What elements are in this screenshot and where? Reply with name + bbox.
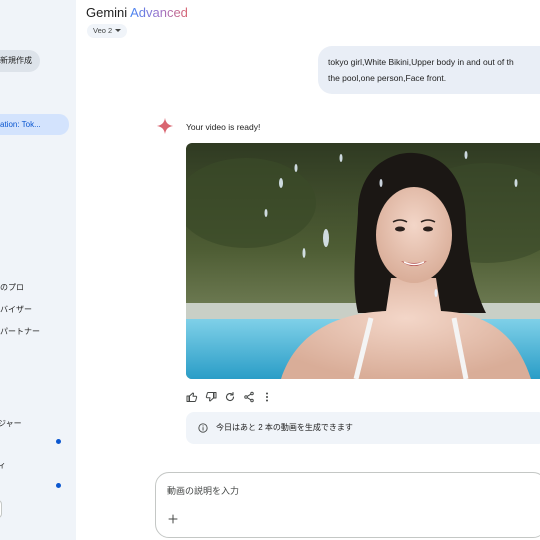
sidebar-item-gem-3[interactable]: パートナー (0, 326, 40, 337)
thumbs-up-icon[interactable] (186, 391, 198, 403)
app-tier: Advanced (130, 5, 188, 20)
app-title: Gemini Advanced (86, 5, 188, 21)
info-icon (198, 423, 208, 433)
prompt-input-container (155, 472, 540, 538)
share-icon[interactable] (243, 391, 255, 403)
sidebar: 新規作成 ation: Tok... のプロ バイザー パートナー ジャー ィ (0, 0, 76, 540)
video-frame (186, 143, 540, 379)
gemini-spark-icon (156, 117, 174, 135)
sidebar-item-gem-5[interactable]: ィ (0, 460, 6, 471)
generation-limit-text: 今日はあと 2 本の動画を生成できます (216, 423, 353, 432)
prompt-input[interactable] (167, 483, 527, 499)
sidebar-bottom-button[interactable] (0, 500, 2, 518)
model-label: Veo 2 (93, 26, 113, 35)
response-text: Your video is ready! (186, 122, 261, 132)
sidebar-item-active-chat[interactable]: ation: Tok... (0, 114, 69, 135)
generation-limit-banner: 今日はあと 2 本の動画を生成できます (186, 412, 540, 444)
sidebar-item-gem-2[interactable]: バイザー (0, 304, 32, 315)
unread-dot (56, 439, 61, 444)
chevron-down-icon (115, 29, 122, 32)
generated-video[interactable] (186, 143, 540, 379)
new-chat-button[interactable]: 新規作成 (0, 50, 40, 72)
user-prompt-bubble: tokyo girl,White Bikini,Upper body in an… (318, 46, 540, 94)
sidebar-item-gem-4[interactable]: ジャー (0, 418, 22, 429)
user-prompt-line-1: tokyo girl,White Bikini,Upper body in an… (328, 57, 514, 67)
unread-dot (56, 483, 61, 488)
app-name: Gemini (86, 5, 128, 20)
more-vert-icon[interactable] (261, 391, 273, 403)
user-prompt-line-2: the pool,one person,Face front. (328, 73, 447, 83)
model-selector[interactable]: Veo 2 (87, 24, 128, 38)
sidebar-item-gem-1[interactable]: のプロ (0, 282, 24, 293)
plus-icon[interactable] (167, 513, 179, 525)
thumbs-down-icon[interactable] (205, 391, 217, 403)
regenerate-icon[interactable] (224, 391, 236, 403)
